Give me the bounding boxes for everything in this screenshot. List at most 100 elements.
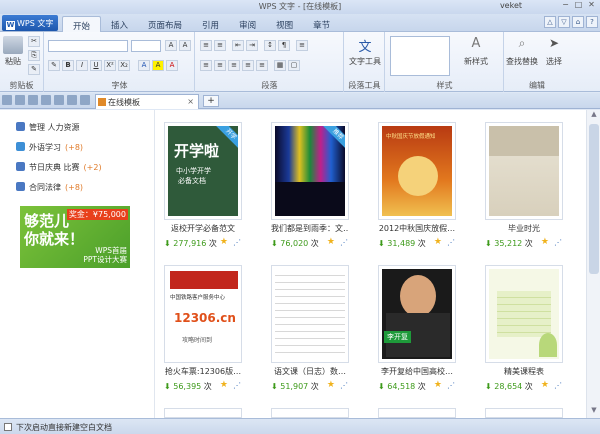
star-icon[interactable]: ★ <box>541 237 549 247</box>
grow-font-button[interactable]: A <box>165 40 177 51</box>
tab-view[interactable]: 视图 <box>266 16 303 32</box>
new-style-button[interactable]: A 新样式 <box>454 36 498 67</box>
border-icon[interactable]: ▢ <box>288 60 300 71</box>
tab-review[interactable]: 审阅 <box>229 16 266 32</box>
text-effect-button[interactable]: A <box>166 60 178 71</box>
template-thumbnail[interactable] <box>271 408 349 418</box>
template-thumbnail[interactable] <box>271 265 349 363</box>
sidebar-item-festival[interactable]: 节日庆典 比赛 (+2) <box>16 162 102 173</box>
star-icon[interactable]: ★ <box>541 380 549 390</box>
sidebar-item-contract[interactable]: 合同法律 (+8) <box>16 182 83 193</box>
font-size-select[interactable] <box>131 40 161 52</box>
help-icon[interactable]: ? <box>586 16 598 28</box>
decrease-indent-icon[interactable]: ⇤ <box>232 40 244 51</box>
template-card[interactable]: 推荐 我们都是到雨季：文… ⬇ 76,020 次 ★ ⋰ <box>271 122 349 249</box>
sidebar-item-hr[interactable]: 管理 人力资源 <box>16 122 80 133</box>
align-right-icon[interactable]: ≡ <box>228 60 240 71</box>
template-thumbnail[interactable]: 中秋国庆节放假通知 <box>378 122 456 220</box>
template-card[interactable] <box>485 408 563 418</box>
collapse-ribbon-icon[interactable]: △ <box>544 16 556 28</box>
italic-button[interactable]: I <box>76 60 88 71</box>
tab-page-layout[interactable]: 页面布局 <box>138 16 192 32</box>
template-thumbnail[interactable]: 中国铁路客户服务中心 12306.cn 攻略时间到 <box>164 265 242 363</box>
template-card[interactable]: 李开复 李开复给中国高校… ⬇ 64,518 次 ★ ⋰ <box>378 265 456 392</box>
template-card[interactable]: 语文课（日志）数… ⬇ 51,907 次 ★ ⋰ <box>271 265 349 392</box>
user-name[interactable]: veket <box>500 1 522 10</box>
clear-format-button[interactable]: ✎ <box>48 60 60 71</box>
star-icon[interactable]: ★ <box>434 380 442 390</box>
share-icon[interactable]: ⋰ <box>233 238 241 247</box>
select-button[interactable]: ➤ 选择 <box>541 36 567 67</box>
bold-button[interactable]: B <box>62 60 74 71</box>
numbering-icon[interactable]: ≡ <box>214 40 226 51</box>
sidebar-item-language[interactable]: 外语学习 (+8) <box>16 142 83 153</box>
star-icon[interactable]: ★ <box>220 237 228 247</box>
share-icon[interactable]: ⋰ <box>447 381 455 390</box>
star-icon[interactable]: ★ <box>327 380 335 390</box>
maximize-button[interactable]: □ <box>572 0 585 12</box>
show-marks-icon[interactable]: ¶ <box>278 40 290 51</box>
justify-icon[interactable]: ≡ <box>242 60 254 71</box>
template-thumbnail[interactable] <box>378 408 456 418</box>
print-icon[interactable] <box>41 95 51 105</box>
template-card[interactable]: 中秋国庆节放假通知 2012中秋国庆放假… ⬇ 31,489 次 ★ ⋰ <box>378 122 456 249</box>
subscript-button[interactable]: X₂ <box>118 60 130 71</box>
template-card[interactable]: 开学啦 中小学开学 必备文档 开学 返校开学必备范文 ⬇ 277,916 次 ★ ⋰ <box>164 122 242 249</box>
tab-chapter[interactable]: 章节 <box>303 16 340 32</box>
vertical-scrollbar[interactable]: ▲ ▼ <box>586 110 600 418</box>
font-color-button[interactable]: A <box>138 60 150 71</box>
template-card[interactable]: 毕业时光 ⬇ 35,212 次 ★ ⋰ <box>485 122 563 249</box>
tab-home[interactable]: 开始 <box>62 16 102 32</box>
cut-icon[interactable]: ✂ <box>28 36 40 47</box>
share-icon[interactable]: ⋰ <box>554 381 562 390</box>
star-icon[interactable]: ★ <box>327 237 335 247</box>
template-card[interactable]: 中国铁路客户服务中心 12306.cn 攻略时间到 抢火车票:12306版… ⬇… <box>164 265 242 392</box>
template-thumbnail[interactable]: 开学啦 中小学开学 必备文档 开学 <box>164 122 242 220</box>
find-replace-button[interactable]: ⌕ 查找替换 <box>505 36 539 67</box>
copy-icon[interactable]: ⎘ <box>28 50 40 61</box>
superscript-button[interactable]: X² <box>104 60 116 71</box>
tab-insert[interactable]: 插入 <box>101 16 138 32</box>
close-tab-icon[interactable]: × <box>187 97 194 106</box>
scroll-thumb[interactable] <box>589 124 599 274</box>
new-tab-button[interactable]: + <box>203 95 219 107</box>
redo-icon[interactable] <box>80 95 90 105</box>
template-thumbnail[interactable]: 李开复 <box>378 265 456 363</box>
undo-icon[interactable] <box>67 95 77 105</box>
align-left-icon[interactable]: ≡ <box>200 60 212 71</box>
template-card[interactable] <box>378 408 456 418</box>
new-doc-icon[interactable] <box>2 95 12 105</box>
preview-icon[interactable] <box>54 95 64 105</box>
shrink-font-button[interactable]: A <box>179 40 191 51</box>
highlight-button[interactable]: A <box>152 60 164 71</box>
share-icon[interactable]: ⋰ <box>447 238 455 247</box>
star-icon[interactable]: ★ <box>434 237 442 247</box>
bullets-icon[interactable]: ≡ <box>200 40 212 51</box>
align-center-icon[interactable]: ≡ <box>214 60 226 71</box>
line-spacing-icon[interactable]: ≡ <box>296 40 308 51</box>
distribute-icon[interactable]: ≡ <box>256 60 268 71</box>
sort-icon[interactable]: ↕ <box>264 40 276 51</box>
expand-icon[interactable]: ▽ <box>558 16 570 28</box>
tab-references[interactable]: 引用 <box>192 16 229 32</box>
template-thumbnail[interactable]: 推荐 <box>271 122 349 220</box>
format-painter-icon[interactable]: ✎ <box>28 64 40 75</box>
underline-button[interactable]: U <box>90 60 102 71</box>
scroll-up-icon[interactable]: ▲ <box>587 110 600 122</box>
template-thumbnail[interactable] <box>485 122 563 220</box>
home-icon[interactable]: ⌂ <box>572 16 584 28</box>
share-icon[interactable]: ⋰ <box>340 381 348 390</box>
paste-button[interactable]: 粘贴 <box>2 36 24 67</box>
shading-icon[interactable]: ▦ <box>274 60 286 71</box>
scroll-down-icon[interactable]: ▼ <box>587 406 600 418</box>
share-icon[interactable]: ⋰ <box>233 381 241 390</box>
doc-tab-online-templates[interactable]: 在线模板 × <box>95 94 199 109</box>
startup-blank-checkbox[interactable] <box>4 423 12 431</box>
ppt-contest-banner[interactable]: 够范儿 你就来！ 奖金：¥75,000 WPS首届 PPT设计大赛 <box>20 206 130 268</box>
template-thumbnail[interactable] <box>485 408 563 418</box>
text-tools-button[interactable]: 文 文字工具 <box>347 36 383 67</box>
template-card[interactable] <box>164 408 242 418</box>
share-icon[interactable]: ⋰ <box>340 238 348 247</box>
close-button[interactable]: ✕ <box>585 0 598 12</box>
template-card[interactable]: 精美课程表 ⬇ 28,654 次 ★ ⋰ <box>485 265 563 392</box>
